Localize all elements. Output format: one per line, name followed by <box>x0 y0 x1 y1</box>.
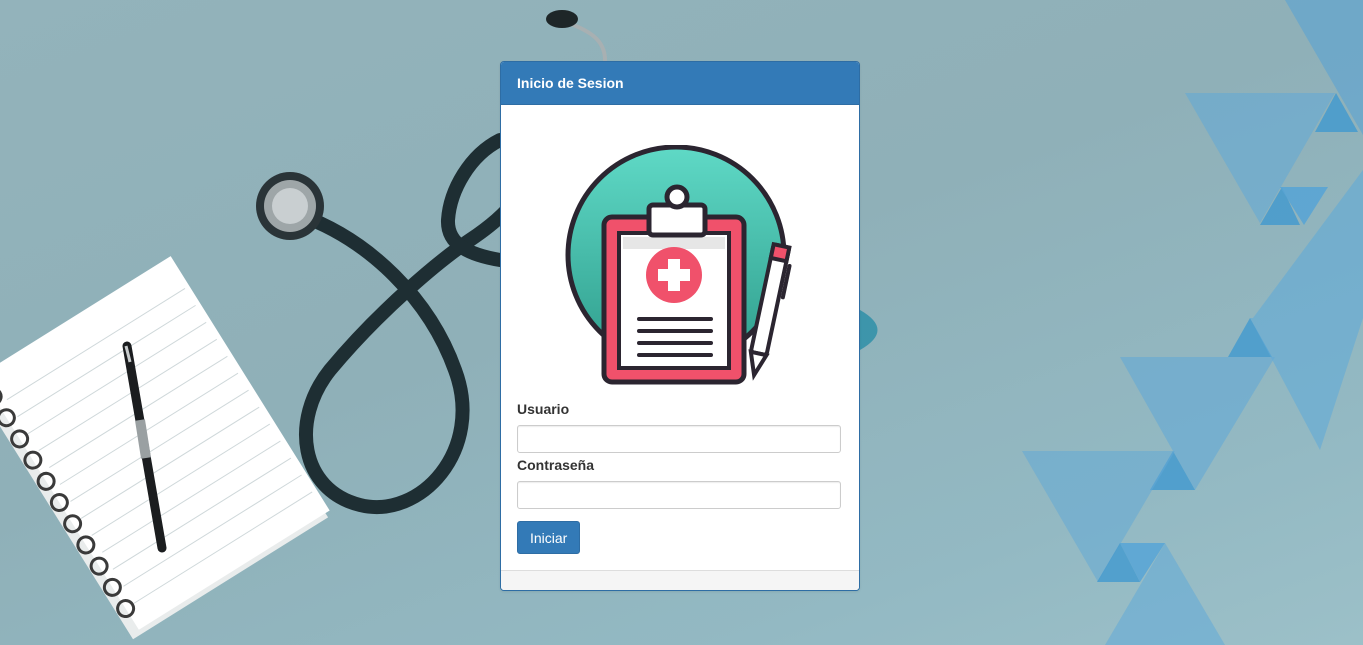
stethoscope-earpiece <box>546 10 578 28</box>
medical-clipboard-icon <box>551 144 811 395</box>
password-input[interactable] <box>517 481 841 509</box>
login-panel-footer <box>501 570 859 590</box>
username-input[interactable] <box>517 425 841 453</box>
login-panel-title: Inicio de Sesion <box>501 62 859 105</box>
login-page: Inicio de Sesion Usuario Contraseña Inic… <box>0 0 1363 645</box>
password-label: Contraseña <box>517 457 595 473</box>
username-label: Usuario <box>517 401 570 417</box>
triangle-pattern <box>1022 0 1363 645</box>
stethoscope-chestpiece <box>256 172 324 240</box>
login-submit-button[interactable]: Iniciar <box>517 521 581 554</box>
login-panel: Inicio de Sesion Usuario Contraseña Inic… <box>500 61 860 591</box>
notebook-image <box>0 256 330 640</box>
